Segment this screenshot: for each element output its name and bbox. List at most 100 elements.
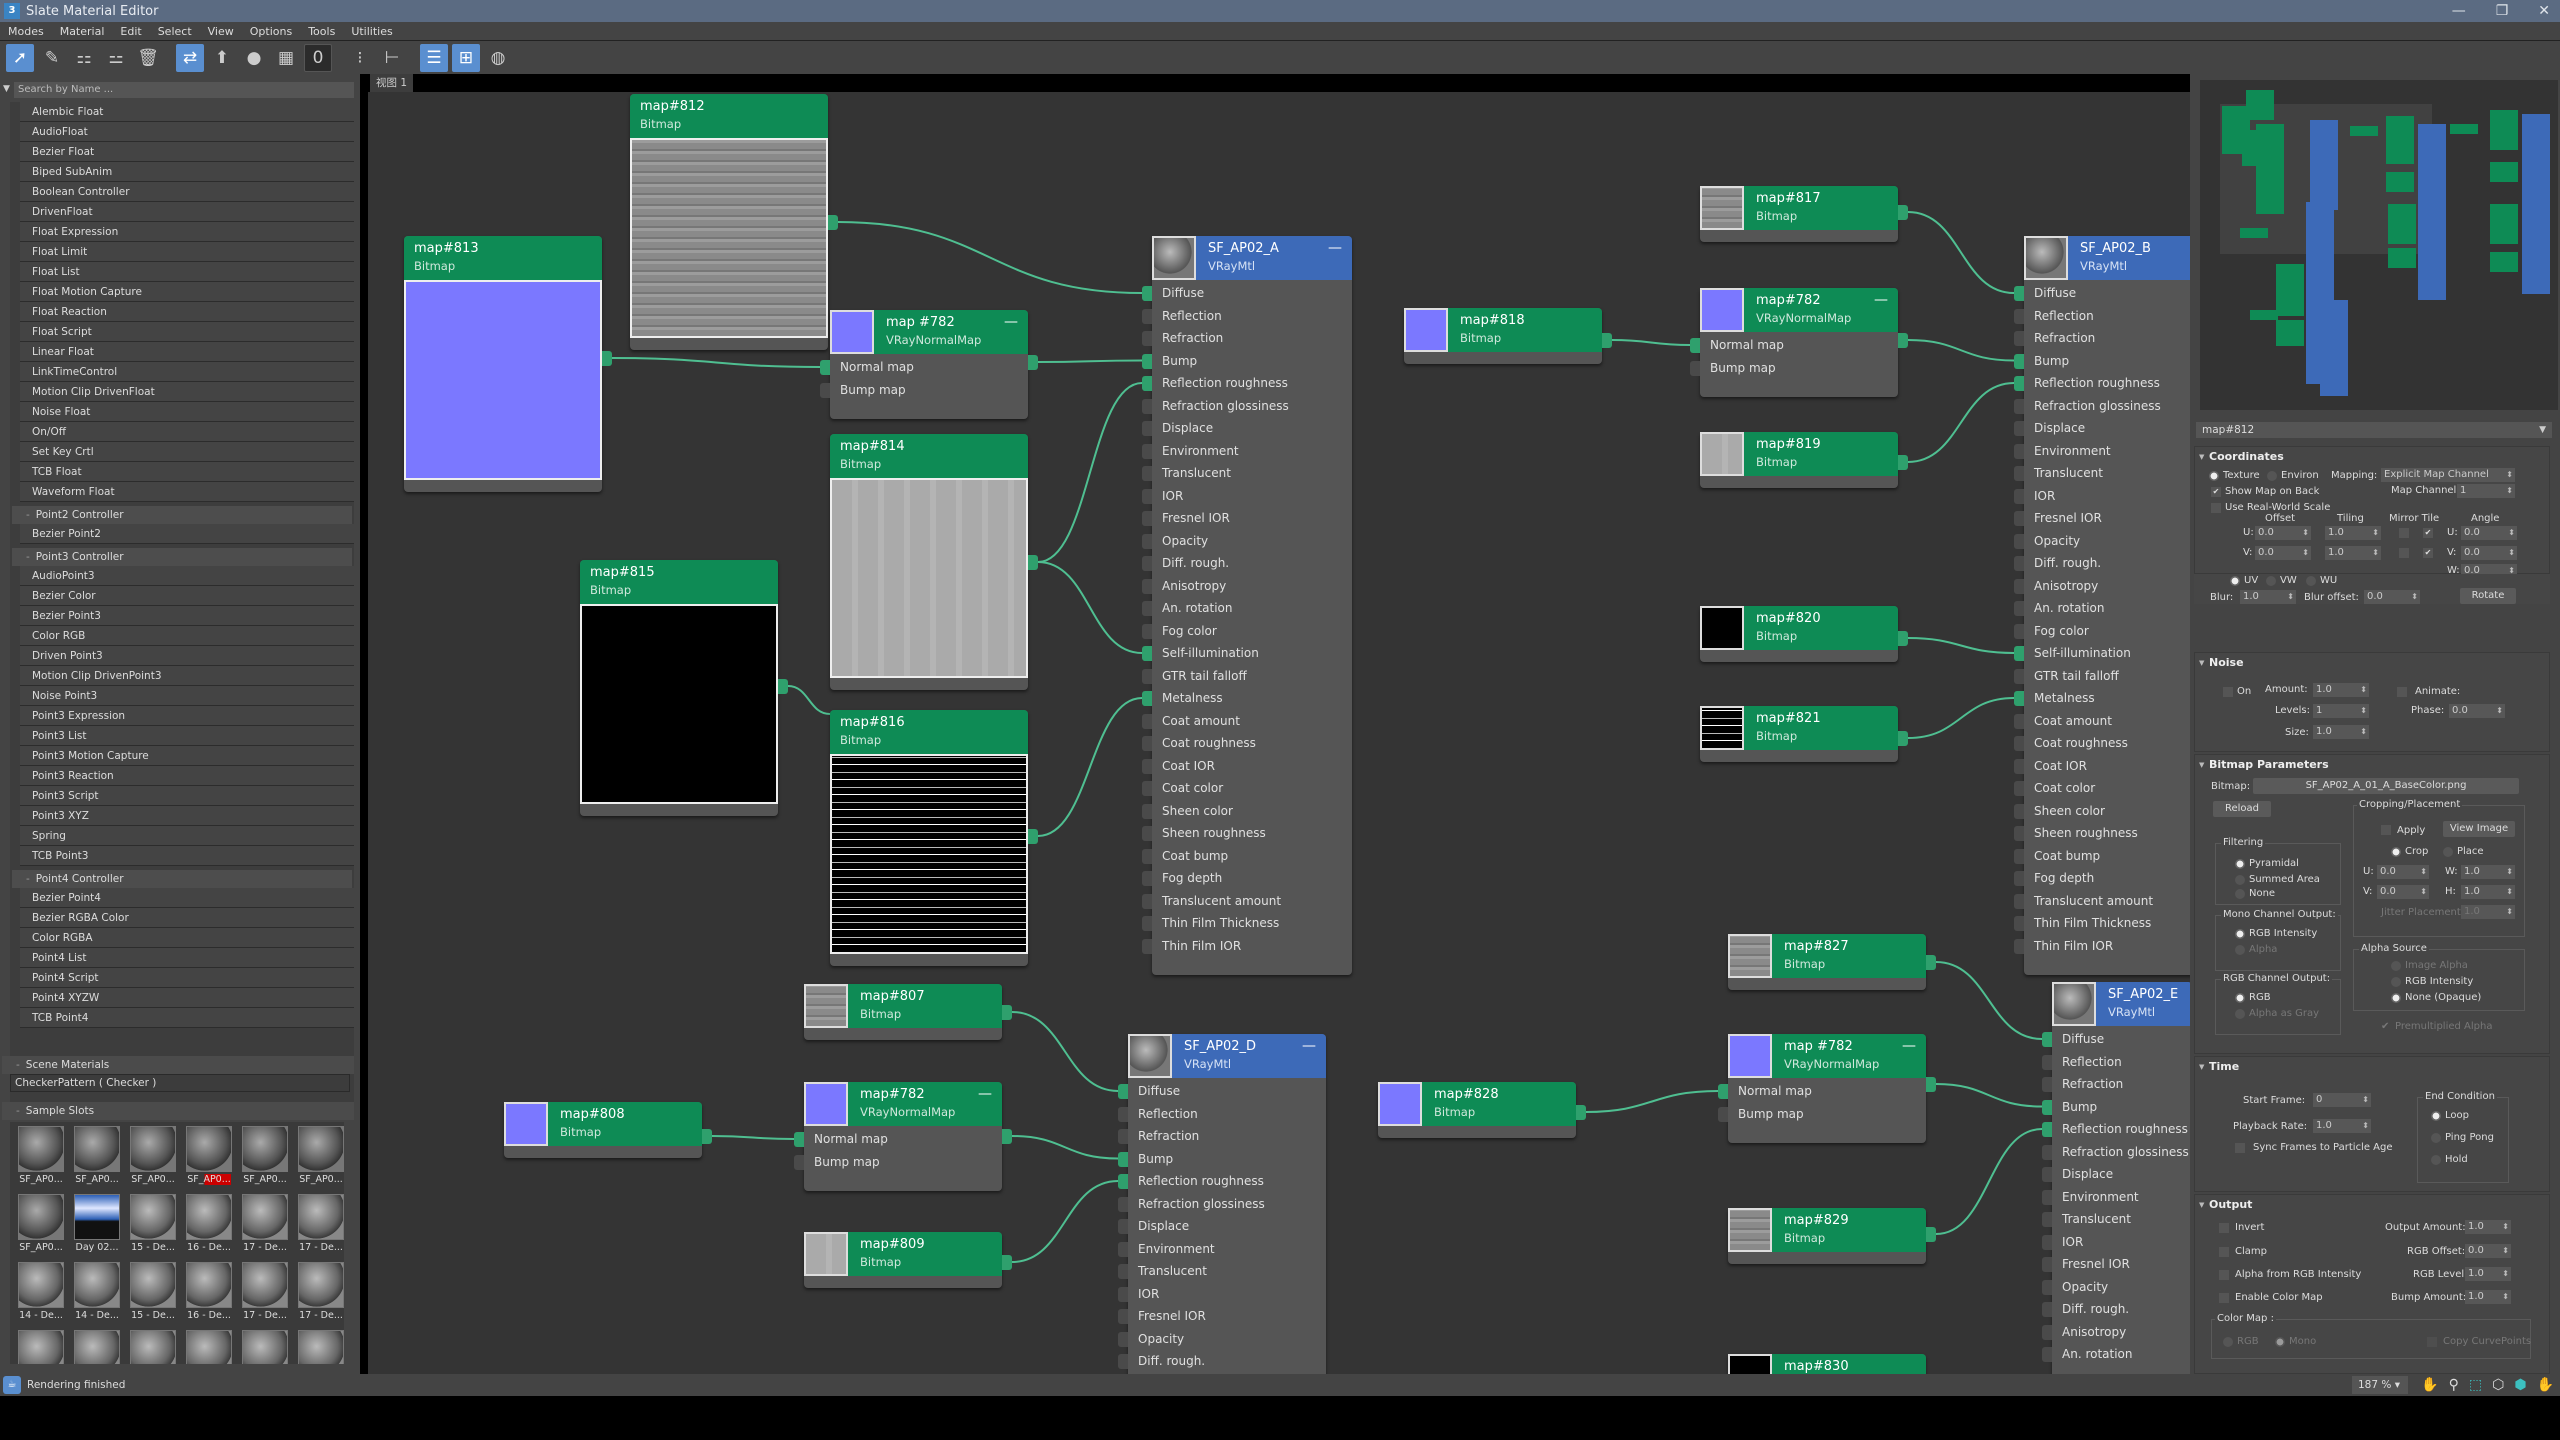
input-slot[interactable]: Reflection roughness: [1142, 372, 1352, 395]
output-socket[interactable]: [1002, 1255, 1012, 1270]
zoom-region-icon[interactable]: ⬚: [2469, 1376, 2482, 1394]
sample-slot[interactable]: 14 - De...: [70, 1262, 124, 1328]
browser-item[interactable]: Float Script: [20, 322, 354, 342]
texture-radio[interactable]: [2209, 471, 2219, 481]
connection-wire[interactable]: [837, 221, 1143, 294]
input-socket[interactable]: [2014, 826, 2024, 841]
connection-wire[interactable]: [1935, 1083, 2043, 1108]
output-socket[interactable]: [1002, 1005, 1012, 1020]
input-slot[interactable]: Opacity: [1142, 530, 1352, 553]
node-header[interactable]: map#812 Bitmap: [630, 94, 828, 138]
input-slot[interactable]: Reflection: [2014, 305, 2190, 328]
input-socket[interactable]: [820, 382, 830, 398]
rgb-intensity-radio[interactable]: [2235, 929, 2245, 939]
browser-item[interactable]: Point3 List: [20, 726, 354, 746]
input-slot[interactable]: Sheen roughness: [2014, 822, 2190, 845]
input-socket[interactable]: [2042, 1122, 2052, 1137]
sample-slot[interactable]: [70, 1330, 124, 1364]
pan-to-selected-icon[interactable]: ✋: [2537, 1376, 2554, 1394]
show-shaded-material-button[interactable]: ●: [240, 44, 268, 72]
input-slot[interactable]: IOR: [1118, 1283, 1326, 1306]
input-slot[interactable]: Normal map: [1718, 1080, 1926, 1103]
menu-select[interactable]: Select: [150, 25, 200, 38]
node-map827[interactable]: map#827 Bitmap: [1728, 934, 1936, 990]
input-slot[interactable]: An. rotation: [2042, 1343, 2190, 1366]
browser-item[interactable]: Float Motion Capture: [20, 282, 354, 302]
node-map807[interactable]: map#807 Bitmap: [804, 984, 1012, 1040]
output-socket[interactable]: [1602, 333, 1612, 348]
browser-item[interactable]: Float Limit: [20, 242, 354, 262]
node-header[interactable]: map#816 Bitmap: [830, 710, 1028, 754]
browser-item[interactable]: Point3 Expression: [20, 706, 354, 726]
uv-radio[interactable]: [2230, 576, 2240, 586]
browser-item[interactable]: Bezier Point4: [20, 888, 354, 908]
sample-slot[interactable]: Day 02...: [70, 1194, 124, 1260]
input-slot[interactable]: Coat bump: [2014, 845, 2190, 868]
input-slot[interactable]: Fresnel IOR: [1142, 507, 1352, 530]
sync-frames-checkbox[interactable]: [2235, 1143, 2245, 1153]
input-socket[interactable]: [2042, 1234, 2052, 1250]
connection-wire[interactable]: [1585, 1090, 1719, 1113]
input-slot[interactable]: Reflection: [1142, 305, 1352, 328]
input-slot[interactable]: Refraction glossiness: [1142, 395, 1352, 418]
sample-slot[interactable]: 14 - De...: [14, 1262, 68, 1328]
input-socket[interactable]: [1142, 713, 1152, 729]
input-socket[interactable]: [2014, 758, 2024, 774]
input-socket[interactable]: [1690, 338, 1700, 353]
zoom-extents-selected-icon[interactable]: ⬢: [2514, 1376, 2526, 1394]
input-socket[interactable]: [1118, 1241, 1128, 1257]
crop-v-spinner[interactable]: 0.0: [2377, 885, 2429, 899]
input-socket[interactable]: [2042, 1167, 2052, 1182]
connection-wire[interactable]: [1037, 359, 1143, 363]
node-map808[interactable]: map#808 Bitmap: [504, 1102, 712, 1158]
input-socket[interactable]: [1118, 1196, 1128, 1212]
browser-item[interactable]: TCB Point4: [20, 1008, 354, 1028]
node-header[interactable]: map#807 Bitmap: [804, 984, 1002, 1028]
u-offset-spinner[interactable]: 0.0: [2255, 526, 2311, 540]
node-header[interactable]: map#813 Bitmap: [404, 236, 602, 280]
input-socket[interactable]: [1118, 1129, 1128, 1144]
browser-item[interactable]: Point3 Script: [20, 786, 354, 806]
restore-icon[interactable]: ❐: [2496, 0, 2509, 22]
browser-item[interactable]: Set Key Crtl: [20, 442, 354, 462]
collapse-icon[interactable]: —: [1902, 1038, 1916, 1054]
browser-group-header[interactable]: Point4 Controller: [12, 870, 352, 888]
menu-utilities[interactable]: Utilities: [343, 25, 400, 38]
start-frame-spinner[interactable]: 0: [2313, 1093, 2371, 1107]
browser-item[interactable]: Driven Point3: [20, 646, 354, 666]
input-socket[interactable]: [1118, 1331, 1128, 1347]
input-slot[interactable]: Fog depth: [1142, 867, 1352, 890]
input-slot[interactable]: Opacity: [2042, 1276, 2190, 1299]
browser-item[interactable]: Point4 List: [20, 948, 354, 968]
node-header[interactable]: map#827 Bitmap: [1728, 934, 1926, 978]
output-socket[interactable]: [1576, 1105, 1586, 1120]
input-slot[interactable]: Coat amount: [1142, 710, 1352, 733]
input-slot[interactable]: Fresnel IOR: [2042, 1253, 2190, 1276]
input-socket[interactable]: [1142, 376, 1152, 391]
input-slot[interactable]: Self-illumination: [2014, 642, 2190, 665]
input-slot[interactable]: Translucent: [1118, 1260, 1326, 1283]
color-map-mono-radio[interactable]: [2275, 1337, 2285, 1347]
summed-area-radio[interactable]: [2235, 875, 2245, 885]
node-header[interactable]: map#814 Bitmap: [830, 434, 1028, 478]
v-angle-spinner[interactable]: 0.0: [2461, 546, 2517, 560]
crop-radio[interactable]: [2391, 847, 2401, 857]
input-socket[interactable]: [1142, 398, 1152, 414]
input-socket[interactable]: [2014, 916, 2024, 931]
input-socket[interactable]: [2014, 848, 2024, 864]
tab-view-1[interactable]: 视图 1: [370, 74, 414, 92]
navigator[interactable]: [2200, 80, 2558, 410]
input-slot[interactable]: Refraction glossiness: [2042, 1141, 2190, 1164]
amount-spinner[interactable]: 1.0: [2313, 683, 2369, 697]
input-slot[interactable]: Diff. rough.: [1118, 1350, 1326, 1373]
input-socket[interactable]: [2014, 511, 2024, 526]
input-slot[interactable]: An. rotation: [1142, 597, 1352, 620]
sample-slot[interactable]: [14, 1330, 68, 1364]
input-socket[interactable]: [1118, 1219, 1128, 1234]
browser-group-header[interactable]: Point2 Controller: [12, 506, 352, 524]
input-socket[interactable]: [1142, 781, 1152, 796]
input-socket[interactable]: [2042, 1257, 2052, 1272]
node-view-canvas[interactable]: map#812 Bitmap map#813 Bitmap map #782 VRayNo…: [368, 92, 2190, 1374]
input-socket[interactable]: [1118, 1151, 1128, 1167]
input-socket[interactable]: [2042, 1279, 2052, 1295]
